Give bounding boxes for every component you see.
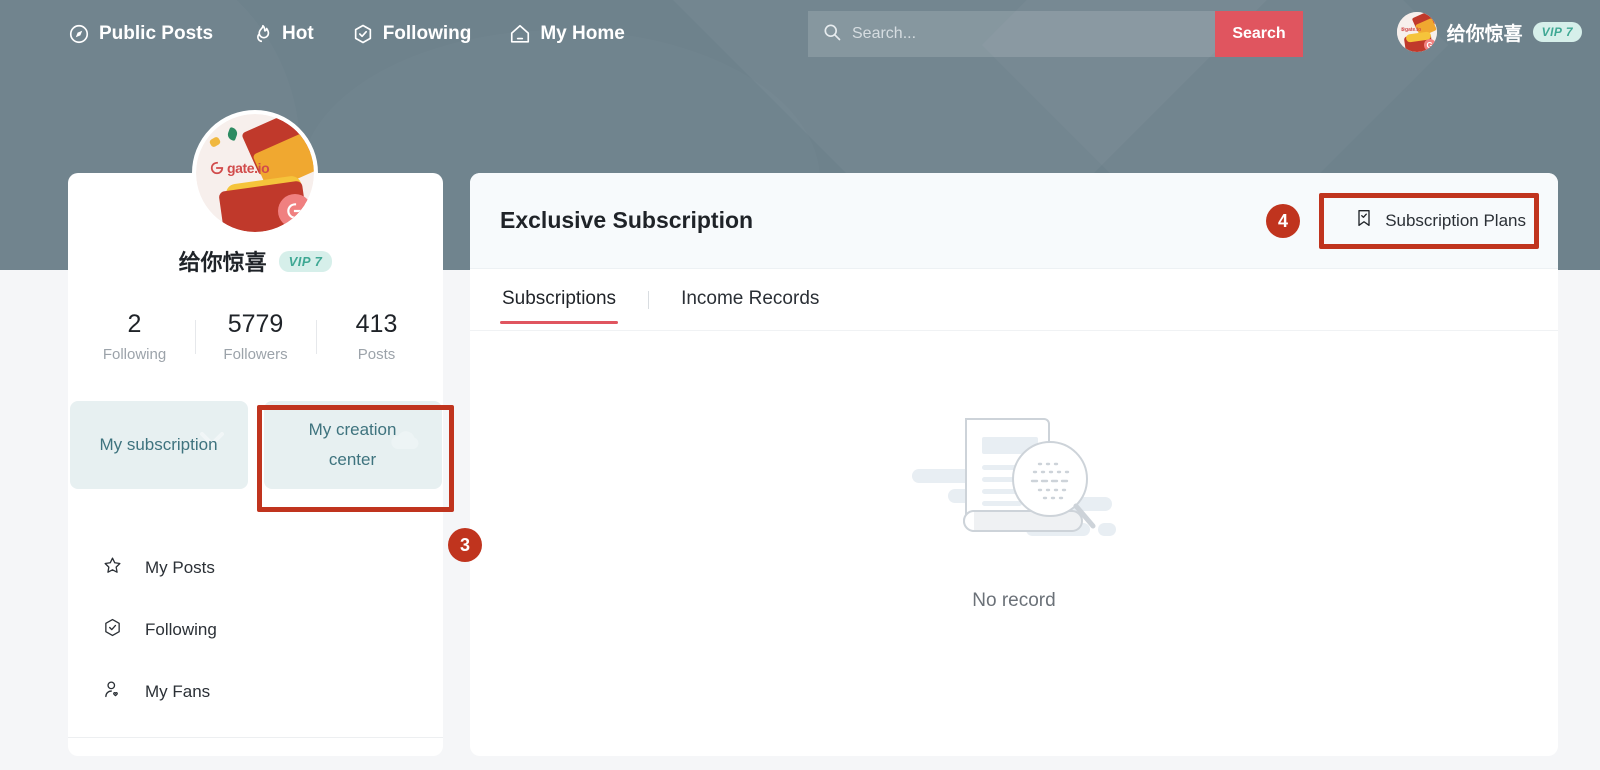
page-root: Public Posts Hot Follo — [0, 0, 1600, 770]
search-area: Search — [808, 11, 1303, 57]
button-label: My subscription — [99, 430, 217, 460]
bookmark-check-icon — [1354, 208, 1374, 233]
nav-label: Public Posts — [99, 23, 213, 45]
gateio-logo: gate.io — [210, 160, 269, 176]
stat-label: Followers — [196, 346, 316, 363]
tab-income-records[interactable]: Income Records — [679, 276, 821, 324]
nav-items: Public Posts Hot Follo — [68, 23, 625, 45]
stat-following[interactable]: 2 Following — [75, 310, 195, 363]
gate-badge-icon — [278, 194, 312, 228]
avatar: ⑤gate.io G — [1397, 12, 1437, 52]
profile-stats: 2 Following 5779 Followers 413 Posts — [68, 310, 443, 363]
home-icon — [509, 23, 531, 45]
nav-item-my-home[interactable]: My Home — [509, 23, 624, 45]
button-label: My creation center — [288, 415, 418, 475]
main-tabs: Subscriptions Income Records — [470, 269, 1558, 331]
document-search-icon — [908, 407, 1120, 564]
button-label: Subscription Plans — [1385, 211, 1526, 231]
user-heart-icon — [102, 679, 123, 705]
nav-label: Following — [383, 23, 472, 45]
check-shield-icon — [102, 617, 123, 643]
my-subscription-button[interactable]: My subscription — [70, 401, 248, 489]
divider — [68, 737, 443, 738]
search-button[interactable]: Search — [1215, 11, 1303, 57]
user-menu[interactable]: ⑤gate.io G 给你惊喜 VIP 7 — [1397, 12, 1582, 52]
user-name: 给你惊喜 — [1447, 19, 1523, 46]
profile-name: 给你惊喜 — [179, 245, 267, 277]
star-icon — [102, 555, 123, 581]
nav-item-public-posts[interactable]: Public Posts — [68, 23, 213, 45]
search-icon — [822, 22, 842, 47]
nav-item-hot[interactable]: Hot — [251, 23, 314, 45]
top-navigation-bar: Public Posts Hot Follo — [0, 0, 1600, 68]
sidebar-menu: My Posts Following — [68, 537, 443, 723]
brand-text: gate.io — [227, 160, 269, 176]
stat-label: Posts — [317, 346, 437, 363]
stat-value: 413 — [317, 310, 437, 339]
nav-label: My Home — [540, 23, 624, 45]
compass-icon — [68, 23, 90, 45]
stat-value: 2 — [75, 310, 195, 339]
vip-badge: VIP 7 — [1533, 22, 1582, 42]
flame-icon — [251, 23, 273, 45]
nav-label: Hot — [282, 23, 314, 45]
main-panel: Exclusive Subscription Subscription Plan… — [470, 173, 1558, 756]
sidebar-item-my-posts[interactable]: My Posts — [68, 537, 443, 599]
empty-state-text: No record — [972, 590, 1055, 612]
divider — [648, 291, 649, 309]
subscription-plans-button[interactable]: Subscription Plans — [1350, 202, 1530, 239]
tab-subscriptions[interactable]: Subscriptions — [500, 276, 618, 324]
empty-state: No record — [470, 331, 1558, 612]
check-shield-icon — [352, 23, 374, 45]
main-panel-header: Exclusive Subscription Subscription Plan… — [470, 173, 1558, 269]
my-creation-center-button[interactable]: My creation center — [264, 401, 442, 489]
sidebar-item-label: My Posts — [145, 558, 215, 578]
sidebar-item-my-fans[interactable]: My Fans — [68, 661, 443, 723]
profile-sidebar-card: 给你惊喜 VIP 7 2 Following 5779 Followers 41… — [68, 173, 443, 756]
stat-label: Following — [75, 346, 195, 363]
vip-badge: VIP 7 — [279, 251, 333, 272]
profile-avatar[interactable]: gate.io — [192, 110, 318, 236]
sidebar-item-following[interactable]: Following — [68, 599, 443, 661]
nav-item-following[interactable]: Following — [352, 23, 472, 45]
annotation-badge-3: 3 — [448, 528, 482, 562]
stat-value: 5779 — [196, 310, 316, 339]
profile-action-buttons: My subscription My creation center — [68, 401, 443, 489]
search-input[interactable] — [852, 25, 1192, 43]
stat-posts[interactable]: 413 Posts — [317, 310, 437, 363]
sidebar-item-label: My Fans — [145, 682, 210, 702]
stat-followers[interactable]: 5779 Followers — [196, 310, 316, 363]
annotation-badge-4: 4 — [1266, 204, 1300, 238]
page-title: Exclusive Subscription — [500, 207, 753, 234]
avatar-image: gate.io — [196, 114, 314, 232]
sidebar-item-label: Following — [145, 620, 217, 640]
profile-name-row: 给你惊喜 VIP 7 — [68, 245, 443, 277]
search-box[interactable] — [808, 11, 1215, 57]
